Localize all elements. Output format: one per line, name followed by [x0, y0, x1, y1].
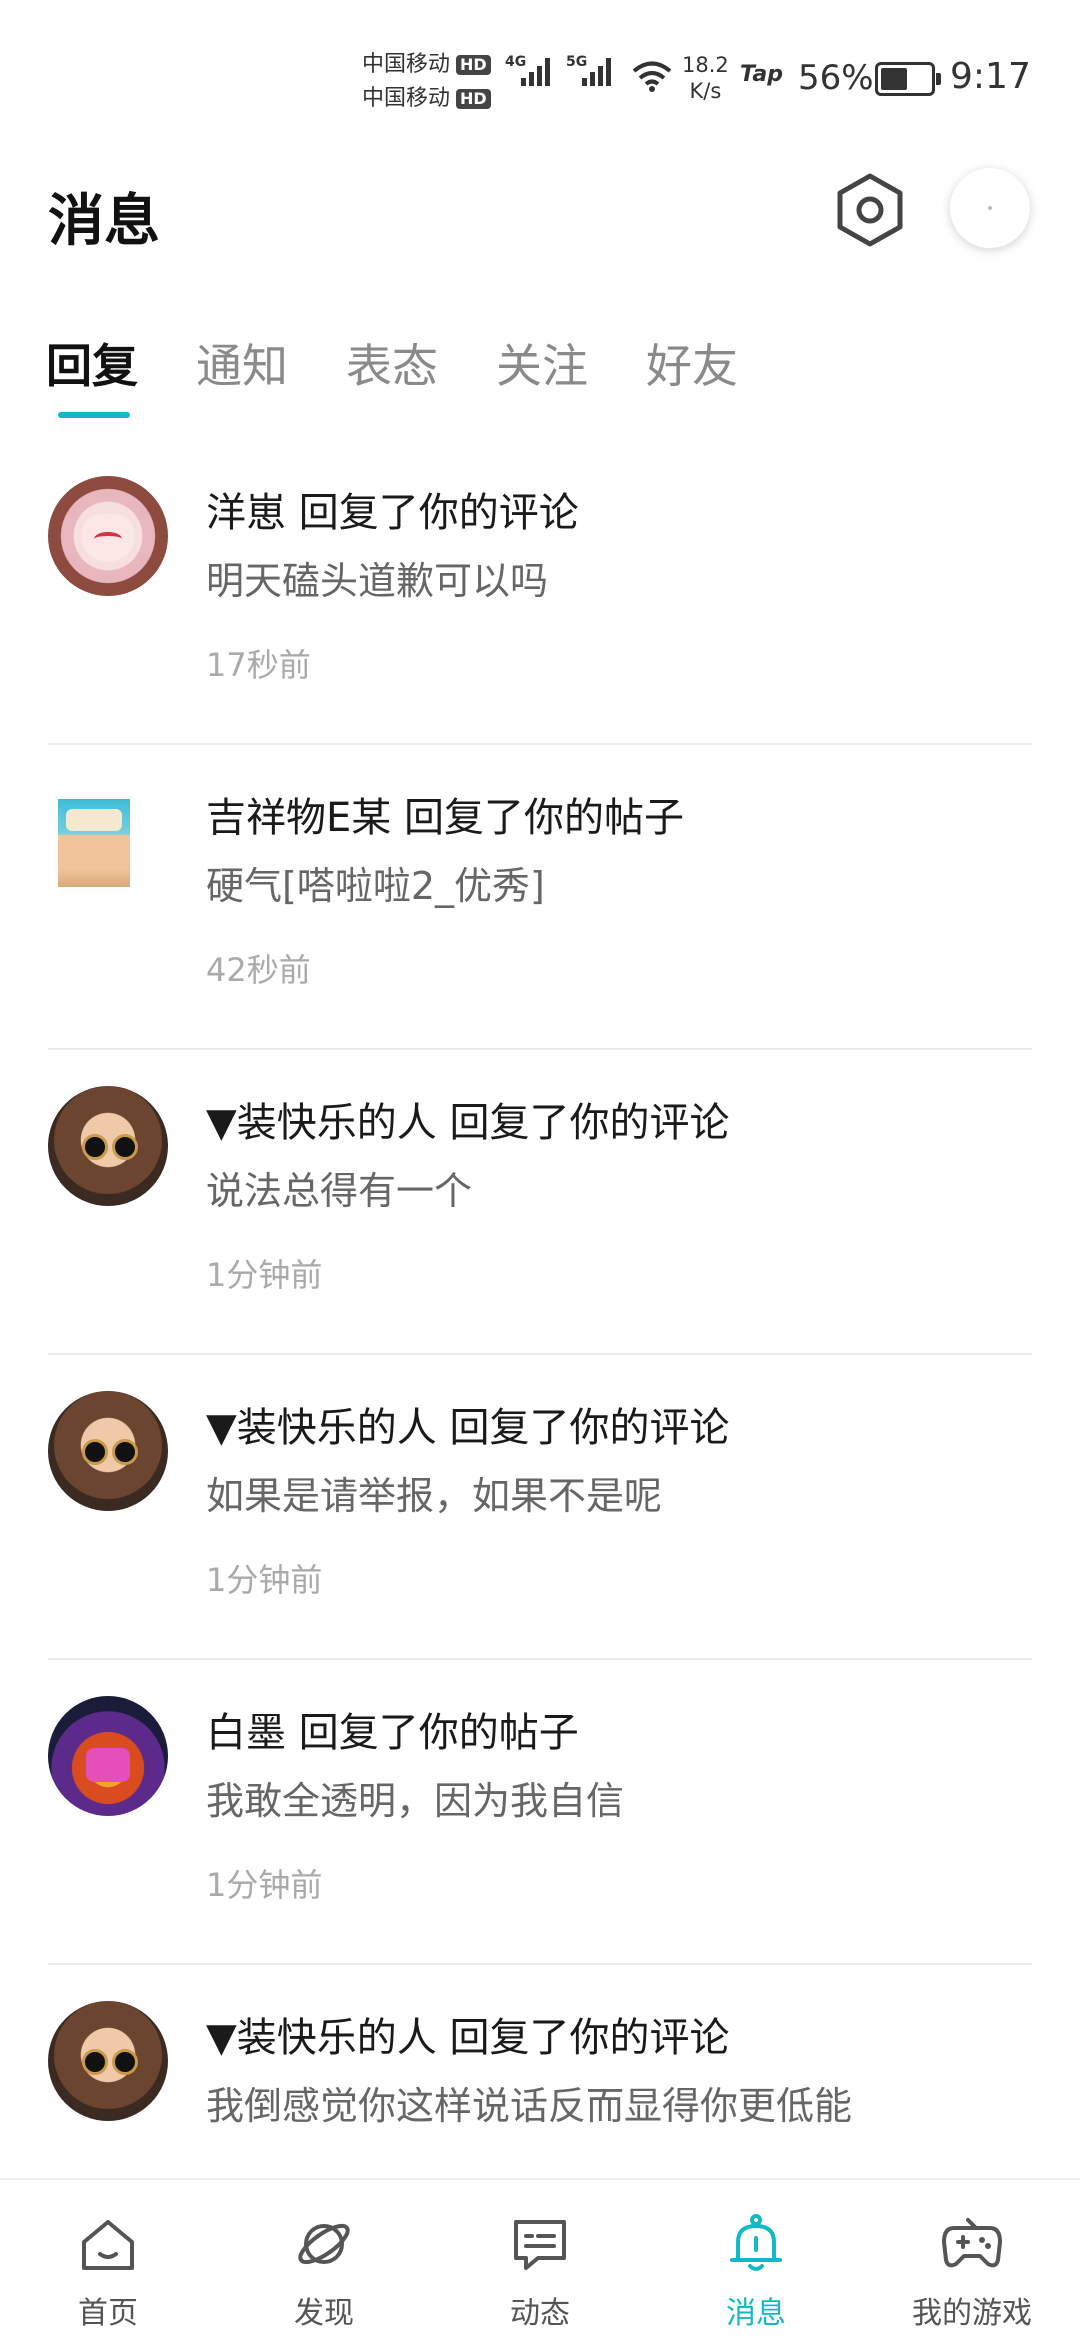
message-time: 42秒前	[206, 951, 311, 989]
nav-label: 动态	[510, 2296, 570, 2331]
hexagon-settings-icon[interactable]	[834, 170, 906, 250]
home-icon	[82, 2220, 134, 2270]
avatar[interactable]	[48, 1391, 168, 1511]
message-body: 说法总得有一个	[206, 1169, 473, 1213]
avatar-placeholder-dot	[988, 206, 992, 210]
message-title: ▼装快乐的人 回复了你的评论	[206, 2015, 730, 2061]
message-title: ▼装快乐的人 回复了你的评论	[206, 1405, 730, 1451]
network-speed-value: 18.2	[682, 53, 729, 77]
nav-messages[interactable]: 消息	[648, 2180, 864, 2342]
page-title: 消息	[48, 189, 160, 254]
message-title: ▼装快乐的人 回复了你的评论	[206, 1100, 730, 1146]
planet-icon	[298, 2223, 350, 2265]
tab-follow[interactable]: 关注	[496, 330, 588, 418]
carrier-label: 中国移动	[362, 86, 451, 111]
nav-discover[interactable]: 发现	[216, 2180, 432, 2342]
tab-notification[interactable]: 通知	[196, 330, 288, 418]
carrier-label: 中国移动	[362, 52, 451, 77]
list-item[interactable]: 吉祥物E某 回复了你的帖子 硬气[嗒啦啦2_优秀] 42秒前	[0, 745, 1080, 1050]
hd-badge: HD	[456, 55, 491, 75]
list-item[interactable]: ▼装快乐的人 回复了你的评论 说法总得有一个 1分钟前	[0, 1050, 1080, 1355]
nav-feed[interactable]: 动态	[432, 2180, 648, 2342]
signal-4g-icon: 4G	[505, 54, 550, 86]
list-item[interactable]: ▼装快乐的人 回复了你的评论 如果是请举报，如果不是呢 1分钟前	[0, 1355, 1080, 1660]
battery-percent: 56%	[798, 58, 874, 98]
list-item[interactable]: 白墨 回复了你的帖子 我敢全透明，因为我自信 1分钟前	[0, 1660, 1080, 1965]
user-avatar-button[interactable]	[950, 168, 1030, 248]
nav-label: 消息	[726, 2296, 786, 2331]
avatar[interactable]	[48, 476, 168, 596]
nav-label: 我的游戏	[912, 2296, 1032, 2331]
message-body: 如果是请举报，如果不是呢	[206, 1474, 663, 1518]
gamepad-icon	[942, 2218, 1002, 2268]
nav-label: 发现	[294, 2296, 354, 2331]
avatar[interactable]	[48, 781, 168, 901]
clock: 9:17	[950, 56, 1031, 97]
message-time: 17秒前	[206, 646, 311, 684]
message-time: 1分钟前	[206, 1256, 323, 1294]
carrier-info: 中国移动 HD 中国移动 HD	[362, 48, 491, 116]
message-tabs: 回复 通知 表态 关注 好友	[46, 330, 738, 418]
message-time: 1分钟前	[206, 1561, 323, 1599]
battery-fill	[881, 68, 907, 90]
list-item[interactable]: 洋崽 回复了你的评论 明天磕头道歉可以吗 17秒前	[0, 440, 1080, 745]
hd-badge: HD	[456, 89, 491, 109]
tab-reply[interactable]: 回复	[46, 330, 138, 418]
message-body: 我倒感觉你这样说话反而显得你更低能	[206, 2084, 853, 2128]
bell-icon	[730, 2214, 782, 2271]
message-time: 1分钟前	[206, 1866, 323, 1904]
battery-icon	[875, 62, 941, 96]
message-title: 洋崽 回复了你的评论	[206, 490, 579, 536]
nav-home[interactable]: 首页	[0, 2180, 216, 2342]
message-list: 洋崽 回复了你的评论 明天磕头道歉可以吗 17秒前 吉祥物E某 回复了你的帖子 …	[0, 440, 1080, 2270]
message-body: 我敢全透明，因为我自信	[206, 1779, 625, 1823]
taptap-logo: Tap	[740, 62, 783, 87]
avatar[interactable]	[48, 2001, 168, 2121]
message-title: 吉祥物E某 回复了你的帖子	[206, 795, 684, 841]
avatar[interactable]	[48, 1086, 168, 1206]
network-tag: 5G	[566, 54, 588, 70]
nav-my-games[interactable]: 我的游戏	[864, 2180, 1080, 2342]
network-tag: 4G	[505, 54, 527, 70]
message-body: 明天磕头道歉可以吗	[206, 559, 549, 603]
signal-5g-icon: 5G	[566, 54, 611, 86]
network-speed: 18.2 K/s	[682, 52, 729, 104]
tab-friends[interactable]: 好友	[646, 330, 738, 418]
message-body: 硬气[嗒啦啦2_优秀]	[206, 864, 545, 908]
bottom-navigation: 首页 发现 动态 消息 我的游戏	[0, 2178, 1080, 2342]
wifi-icon	[632, 61, 672, 92]
network-speed-unit: K/s	[689, 79, 722, 103]
nav-label: 首页	[78, 2296, 138, 2331]
message-title: 白墨 回复了你的帖子	[206, 1710, 579, 1756]
tab-reaction[interactable]: 表态	[346, 330, 438, 418]
status-bar: 中国移动 HD 中国移动 HD 4G 5G 18.2 K/s Tap 56% 9:1…	[0, 0, 1080, 140]
signal-icons: 4G 5G	[505, 54, 611, 86]
avatar[interactable]	[48, 1696, 168, 1816]
chat-icon	[514, 2220, 566, 2270]
